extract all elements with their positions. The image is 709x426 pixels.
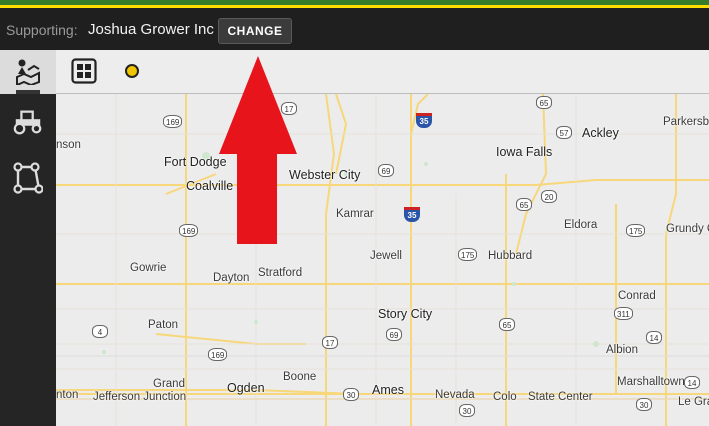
place-label: Hubbard [488, 250, 533, 262]
field-boundary-icon[interactable] [12, 162, 44, 194]
place-label: Gowrie [130, 262, 167, 274]
place-label: State Center [528, 391, 593, 403]
place-label: Kamrar [336, 208, 374, 220]
place-label: Colo [493, 391, 517, 403]
status-indicator-icon[interactable] [117, 56, 147, 86]
map-layers-icon[interactable] [13, 56, 43, 86]
dashboard-grid-icon[interactable] [69, 56, 99, 86]
map-toolbar [0, 50, 709, 94]
support-bar: Supporting: Joshua Grower Inc CHANGE [0, 8, 709, 50]
place-label: Boone [283, 371, 317, 383]
highway-shield: 4 [92, 325, 108, 338]
place-label: Dayton [213, 272, 250, 284]
place-label: Jewell [370, 250, 402, 262]
highway-shield: 175 [626, 224, 646, 237]
place-label: Webster City [289, 168, 361, 182]
tractor-icon[interactable] [12, 106, 44, 138]
highway-shield: 17 [322, 336, 338, 349]
place-label: Ogden [227, 381, 265, 395]
place-label: Story City [378, 307, 433, 321]
organization-name: Joshua Grower Inc [88, 21, 214, 38]
place-label: Grundy C [666, 223, 709, 235]
place-label: Iowa Falls [496, 145, 553, 159]
change-organization-button[interactable]: CHANGE [218, 18, 292, 44]
highway-shield: 30 [636, 398, 652, 411]
place-label: Marshalltown [617, 376, 685, 388]
highway-shield: 20 [541, 190, 557, 203]
place-label: Ames [372, 383, 404, 397]
place-label: Grand [153, 378, 185, 390]
highway-shield: 57 [556, 126, 572, 139]
place-label: Jefferson Junction [93, 391, 187, 403]
highway-shield: 30 [459, 404, 475, 417]
interstate-shield: 35 [416, 113, 432, 128]
brand-stripe [0, 0, 709, 8]
place-label: Le Gra [678, 396, 709, 408]
highway-shield: 30 [343, 388, 359, 401]
highway-shield: 65 [536, 96, 552, 109]
place-label: Conrad [618, 290, 656, 302]
place-label: Eldora [564, 219, 598, 231]
highway-shield: 14 [684, 376, 700, 389]
left-sidebar [0, 94, 56, 426]
map-view[interactable]: nson Fort Dodge Coalville Webster City I… [56, 94, 709, 426]
place-label: Paton [148, 319, 179, 331]
place-label: Stratford [258, 267, 303, 279]
highway-shield: 65 [516, 198, 532, 211]
supporting-label: Supporting: [6, 22, 78, 38]
highway-shield: 169 [179, 224, 199, 237]
place-label: nson [56, 139, 81, 151]
highway-shield: 169 [208, 348, 228, 361]
highway-shield: 14 [646, 331, 662, 344]
highway-shield: 175 [458, 248, 478, 261]
red-arrow-annotation [219, 56, 297, 244]
place-label: Ackley [582, 126, 619, 140]
highway-shield: 69 [378, 164, 394, 177]
highway-shield: 169 [163, 115, 183, 128]
highway-shield: 69 [386, 328, 402, 341]
place-label: Parkersb [663, 116, 709, 128]
place-label: Nevada [435, 389, 475, 401]
interstate-shield: 35 [404, 207, 420, 222]
place-label: nton [56, 389, 79, 401]
highway-shield: 311 [614, 307, 633, 320]
highway-shield: 65 [499, 318, 515, 331]
place-label: Albion [606, 344, 638, 356]
